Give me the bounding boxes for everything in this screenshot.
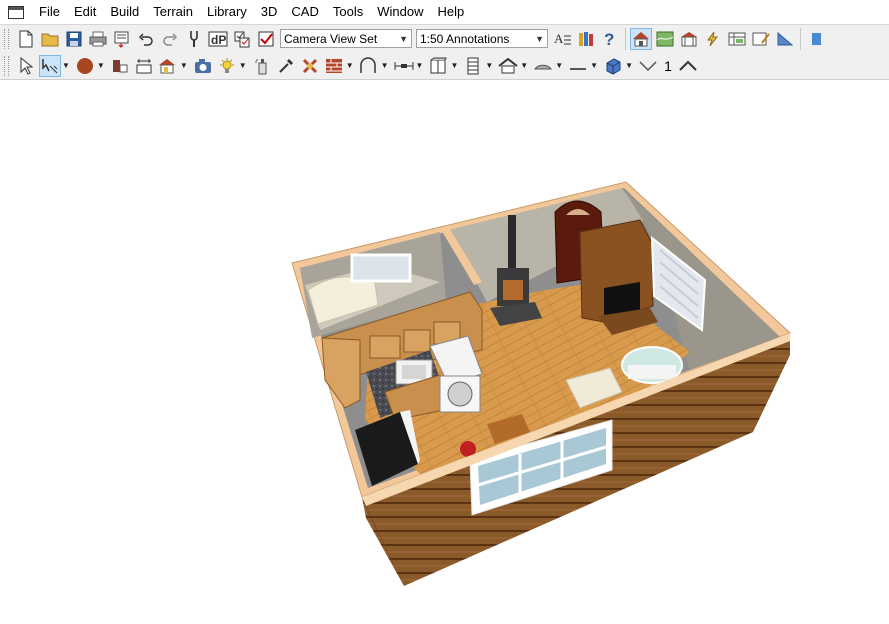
annotation-set-value: 1:50 Annotations (420, 31, 510, 46)
chevron-down-icon[interactable]: ▼ (381, 61, 389, 70)
app-icon[interactable] (8, 5, 24, 19)
brick-wall-icon[interactable] (323, 55, 345, 77)
checklist-icon[interactable] (231, 28, 253, 50)
print-icon[interactable] (87, 28, 109, 50)
toolbar-separator (625, 27, 626, 50)
chevron-down-icon[interactable]: ▼ (180, 61, 188, 70)
menu-3d[interactable]: 3D (254, 0, 285, 24)
chevron-down-icon[interactable]: ▼ (239, 61, 247, 70)
cabinet-schedule-icon[interactable] (726, 28, 748, 50)
chevron-down-icon[interactable]: ▼ (416, 61, 424, 70)
chevron-down-icon[interactable]: ▼ (625, 61, 633, 70)
svg-text:?: ? (604, 30, 614, 48)
electrical-icon[interactable] (702, 28, 724, 50)
3d-view-canvas[interactable] (0, 80, 889, 619)
spray-can-icon[interactable] (251, 55, 273, 77)
floor-plan-view-icon[interactable] (630, 27, 652, 50)
washer-door (447, 381, 473, 407)
overflow-icon[interactable] (805, 28, 827, 50)
menu-tools[interactable]: Tools (326, 0, 370, 24)
text-tool-number[interactable]: 1 (660, 58, 676, 74)
wall-tool-icon[interactable] (109, 55, 131, 77)
3d-box-icon[interactable] (602, 55, 624, 77)
menu-edit[interactable]: Edit (67, 0, 103, 24)
dimension-line-icon[interactable] (393, 55, 415, 77)
preferences-icon[interactable] (183, 28, 205, 50)
chevron-down-icon[interactable]: ▼ (450, 61, 458, 70)
print-preview-icon[interactable] (111, 28, 133, 50)
elevation-view-icon[interactable] (678, 28, 700, 50)
chevron-up-icon[interactable] (677, 55, 699, 77)
light-bulb-icon[interactable] (216, 55, 238, 77)
new-file-icon[interactable] (15, 28, 37, 50)
cabin-3d-render (291, 181, 791, 586)
roof-icon[interactable] (497, 55, 519, 77)
toolbar-grip[interactable] (4, 55, 9, 76)
arc-door-icon[interactable] (358, 55, 380, 77)
edit-toolbar: ▼ ▼ ▼ ▼ ▼ ▼ ▼ ▼ ▼ ▼ ▼ ▼ ▼ 1 (0, 52, 889, 80)
undo-icon[interactable] (135, 28, 157, 50)
triangle-ruler-icon[interactable] (774, 28, 796, 50)
chevron-down-icon[interactable]: ▼ (485, 61, 493, 70)
menu-help[interactable]: Help (430, 0, 471, 24)
redo-icon[interactable] (159, 28, 181, 50)
help-icon[interactable]: ? (599, 28, 621, 50)
save-icon[interactable] (63, 28, 85, 50)
menu-window[interactable]: Window (370, 0, 430, 24)
chevron-down-icon: ▼ (535, 33, 544, 44)
menu-file[interactable]: File (32, 0, 67, 24)
terrain-view-icon[interactable] (654, 28, 676, 50)
chevron-down-icon[interactable]: ▼ (62, 61, 70, 70)
checkbox-icon[interactable] (255, 28, 277, 50)
menu-bar: File Edit Build Terrain Library 3D CAD T… (0, 0, 889, 24)
stove-pipe (508, 215, 516, 270)
svg-text:dP: dP (211, 33, 226, 47)
menu-cad[interactable]: CAD (284, 0, 325, 24)
library-books-icon[interactable] (575, 28, 597, 50)
camera-view-set-value: Camera View Set (284, 31, 378, 46)
toolbar-grip[interactable] (4, 28, 9, 49)
toolbar-separator (800, 27, 801, 50)
camera-icon[interactable] (192, 55, 214, 77)
bathroom-window (350, 253, 412, 283)
menu-build[interactable]: Build (103, 0, 146, 24)
material-ball-icon[interactable] (74, 55, 96, 77)
stove-firebox (503, 280, 523, 300)
text-style-icon[interactable]: A (551, 28, 573, 50)
chevron-down-icon[interactable]: ▼ (346, 61, 354, 70)
layout-edit-icon[interactable] (750, 28, 772, 50)
sink-basin (402, 365, 426, 379)
edit-behaviors-icon[interactable] (39, 54, 61, 77)
menu-terrain[interactable]: Terrain (146, 0, 200, 24)
line-tool-icon[interactable] (567, 55, 589, 77)
svg-text:A: A (554, 31, 564, 46)
open-folder-icon[interactable] (39, 28, 61, 50)
plan-defaults-icon[interactable]: dP (207, 28, 229, 50)
chevron-down-icon[interactable]: ▼ (520, 61, 528, 70)
main-toolbar: dP Camera View Set ▼ 1:50 Annotations ▼ … (0, 24, 889, 52)
cabinet-icon[interactable] (427, 55, 449, 77)
eyedropper-icon[interactable] (275, 55, 297, 77)
stairs-icon[interactable] (462, 55, 484, 77)
chevron-check-icon[interactable] (637, 55, 659, 77)
camera-view-set-select[interactable]: Camera View Set ▼ (280, 29, 412, 48)
building-tool-icon[interactable] (157, 55, 179, 77)
terrain-feature-icon[interactable] (532, 55, 554, 77)
chevron-down-icon[interactable]: ▼ (590, 61, 598, 70)
chevron-down-icon[interactable]: ▼ (97, 61, 105, 70)
dimension-tool-icon[interactable] (133, 55, 155, 77)
side-cabinet (321, 337, 361, 409)
select-arrow-icon[interactable] (15, 55, 37, 77)
menu-library[interactable]: Library (200, 0, 254, 24)
table-base (628, 365, 676, 379)
no-materials-icon[interactable] (299, 55, 321, 77)
chevron-down-icon: ▼ (399, 33, 408, 44)
annotation-set-select[interactable]: 1:50 Annotations ▼ (416, 29, 548, 48)
chevron-down-icon[interactable]: ▼ (555, 61, 563, 70)
